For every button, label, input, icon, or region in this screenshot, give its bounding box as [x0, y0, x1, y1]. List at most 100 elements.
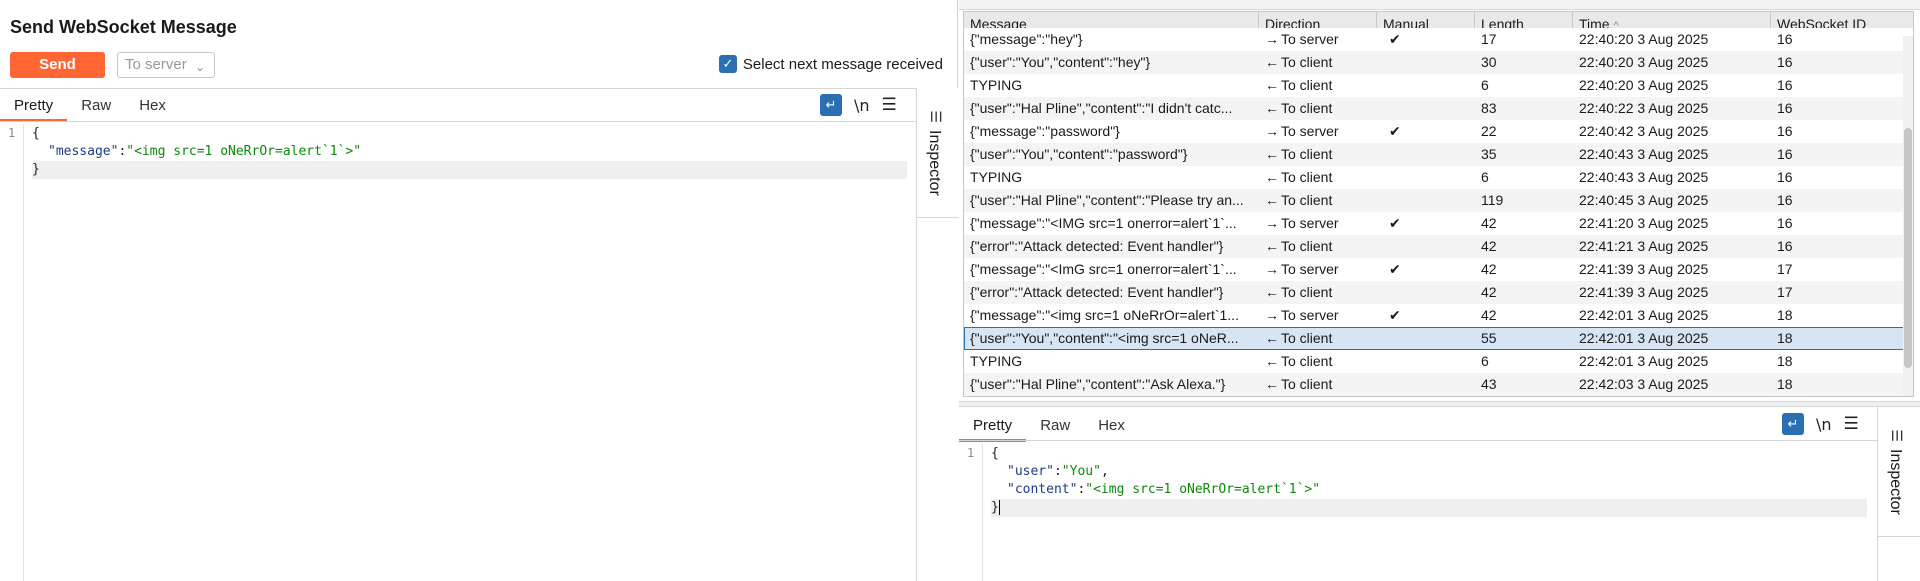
divider: [959, 440, 1877, 441]
word-wrap-icon[interactable]: ↵: [1782, 413, 1804, 435]
table-row[interactable]: TYPING ← To client 6 22:40:43 3 Aug 2025 16: [964, 166, 1913, 189]
inspector-tab[interactable]: ☰ Inspector: [917, 102, 959, 218]
cell-websocket-id: 16: [1777, 123, 1793, 139]
menu-icon[interactable]: ☰: [1844, 414, 1859, 434]
cell-message: TYPING: [970, 353, 1023, 369]
code-line: }: [991, 499, 1867, 517]
divider: [0, 121, 917, 122]
direction-label: To client: [1281, 353, 1333, 369]
select-next-option[interactable]: ✓ Select next message received: [718, 55, 943, 73]
cell-websocket-id: 16: [1777, 77, 1793, 93]
menu-icon[interactable]: ☰: [882, 95, 897, 115]
panel-header-strip: [959, 0, 1920, 10]
send-button[interactable]: Send: [10, 52, 105, 78]
table-row[interactable]: {"user":"You","content":"password"} ← To c…: [964, 143, 1913, 166]
cell-length: 30: [1481, 54, 1497, 70]
table-row[interactable]: {"user":"Hal Pline","content":"Please tr…: [964, 189, 1913, 212]
arrow-left-icon: ←: [1265, 100, 1279, 116]
message-editor[interactable]: 1 { "message":"<img src=1 oNeRrOr=alert`…: [0, 124, 917, 581]
code-line: {: [991, 445, 999, 463]
table-row[interactable]: {"message":"<ImG src=1 onerror=alert`1`.…: [964, 258, 1913, 281]
show-newlines-button[interactable]: \n: [854, 96, 870, 115]
websocket-history-table: Message Direction Manual Length Time ^ W…: [963, 11, 1914, 397]
inspector-icon: ☰: [1888, 429, 1905, 442]
cell-length: 42: [1481, 307, 1497, 323]
cell-websocket-id: 18: [1777, 353, 1793, 369]
direction-label: To server: [1281, 31, 1339, 47]
send-message-panel: Send WebSocket Message Send To server ⌄ …: [0, 0, 959, 581]
cell-websocket-id: 17: [1777, 261, 1793, 277]
table-row[interactable]: {"user":"Hal Pline","content":"Ask Alexa…: [964, 373, 1913, 396]
direction-label: To client: [1281, 376, 1333, 392]
table-row[interactable]: TYPING ← To client 6 22:40:20 3 Aug 2025 16: [964, 74, 1913, 97]
tab-raw[interactable]: Raw: [1026, 412, 1084, 442]
direction-select[interactable]: To server ⌄: [117, 52, 215, 78]
arrow-left-icon: ←: [1265, 353, 1279, 369]
message-viewer[interactable]: 1 { "user":"You", "content":"<img src=1 …: [959, 444, 1877, 581]
tab-hex[interactable]: Hex: [125, 92, 180, 122]
cell-manual: [1377, 189, 1475, 212]
table-row[interactable]: {"error":"Attack detected: Event handler…: [964, 235, 1913, 258]
code-line: {: [32, 125, 40, 143]
table-row[interactable]: {"message":"hey"} → To server ✔ 17 22:40:20 3…: [964, 28, 1913, 51]
inspector-sidebar: ☰ Inspector: [916, 88, 959, 581]
cell-length: 17: [1481, 31, 1497, 47]
select-next-checkbox[interactable]: ✓: [718, 55, 737, 73]
table-row[interactable]: {"user":"You","content":"<img src=1 oNeR…: [964, 327, 1913, 350]
left-editor-tools: ↵ \n ☰: [820, 94, 897, 116]
cell-message: {"message":"<img src=1 oNeRrOr=alert`1..…: [970, 307, 1239, 323]
cell-manual: [1377, 373, 1475, 396]
tab-raw[interactable]: Raw: [67, 92, 125, 122]
cell-manual: [1377, 74, 1475, 97]
direction-label: To server: [1281, 123, 1339, 139]
cell-length: 55: [1481, 330, 1497, 346]
cell-time: 22:40:20 3 Aug 2025: [1579, 54, 1709, 70]
tab-pretty[interactable]: Pretty: [0, 92, 68, 122]
cell-message: {"message":"hey"}: [970, 31, 1083, 47]
arrow-left-icon: ←: [1265, 54, 1279, 70]
tab-pretty[interactable]: Pretty: [959, 412, 1027, 442]
table-row[interactable]: {"user":"You","content":"hey"} ← To client…: [964, 51, 1913, 74]
scrollbar-thumb[interactable]: [1904, 128, 1912, 368]
arrow-left-icon: ←: [1265, 238, 1279, 254]
arrow-left-icon: ←: [1265, 169, 1279, 185]
cell-message: TYPING: [970, 169, 1023, 185]
vertical-scrollbar[interactable]: [1903, 36, 1913, 396]
table-row[interactable]: {"user":"Hal Pline","content":"I didn't …: [964, 97, 1913, 120]
cell-direction: ← To client: [1259, 281, 1377, 304]
cell-message: {"message":"<ImG src=1 onerror=alert`1`.…: [970, 261, 1237, 277]
table-row[interactable]: {"error":"Attack detected: Event handler…: [964, 281, 1913, 304]
table-row[interactable]: {"message":"<IMG src=1 onerror=alert`1`.…: [964, 212, 1913, 235]
table-row[interactable]: TYPING ← To client 6 22:42:01 3 Aug 2025 18: [964, 350, 1913, 373]
table-row[interactable]: {"message":"<img src=1 oNeRrOr=alert`1..…: [964, 304, 1913, 327]
inspector-sidebar: ☰ Inspector: [1877, 407, 1920, 581]
show-newlines-button[interactable]: \n: [1816, 415, 1832, 434]
direction-select-value: To server: [125, 56, 187, 73]
cell-time: 22:40:43 3 Aug 2025: [1579, 169, 1709, 185]
panel-title: Send WebSocket Message: [10, 17, 237, 37]
json-brace: {: [991, 446, 999, 461]
cell-length: 43: [1481, 376, 1497, 392]
cell-message: {"user":"You","content":"<img src=1 oNeR…: [970, 330, 1239, 346]
cell-time: 22:40:43 3 Aug 2025: [1579, 146, 1709, 162]
json-colon: :: [1053, 464, 1062, 479]
select-next-label: Select next message received: [742, 55, 943, 73]
table-row[interactable]: {"message":"password"} → To server ✔ 22 22:40…: [964, 120, 1913, 143]
pane-splitter[interactable]: [959, 401, 1920, 407]
cell-manual: ✔: [1389, 215, 1401, 231]
cell-websocket-id: 18: [1777, 376, 1793, 392]
word-wrap-icon[interactable]: ↵: [820, 94, 842, 116]
json-string: "You": [1061, 464, 1101, 479]
tab-hex[interactable]: Hex: [1084, 412, 1139, 442]
cell-direction: → To server: [1259, 120, 1377, 143]
arrow-right-icon: →: [1265, 123, 1279, 139]
cell-websocket-id: 17: [1777, 284, 1793, 300]
line-gutter: 1: [0, 124, 24, 581]
cell-websocket-id: 18: [1777, 330, 1793, 346]
cell-manual: ✔: [1389, 261, 1401, 277]
cell-direction: ← To client: [1259, 327, 1377, 350]
cell-time: 22:41:39 3 Aug 2025: [1579, 261, 1709, 277]
inspector-tab[interactable]: ☰ Inspector: [1878, 421, 1920, 537]
cell-manual: ✔: [1389, 123, 1401, 139]
direction-label: To client: [1281, 169, 1333, 185]
